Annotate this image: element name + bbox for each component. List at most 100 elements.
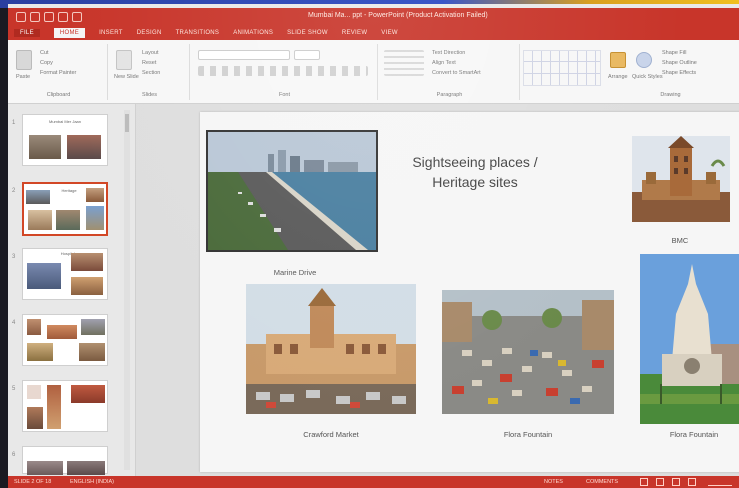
arrange-button[interactable]: Arrange <box>608 74 628 80</box>
layout-button[interactable]: Layout <box>142 50 159 56</box>
shape-outline-button[interactable]: Shape Outline <box>662 60 697 66</box>
shapes-gallery[interactable] <box>523 50 601 86</box>
slide-thumbnail-3[interactable]: Hospital <box>22 248 108 300</box>
shape-effects-button[interactable]: Shape Effects <box>662 70 696 76</box>
font-size-box[interactable] <box>294 50 320 60</box>
paragraph-group: Text Direction Align Text Convert to Sma… <box>380 44 520 100</box>
slide-sorter-icon[interactable] <box>656 478 664 486</box>
tab-slide-show[interactable]: SLIDE SHOW <box>287 30 328 36</box>
street-traffic-photo[interactable] <box>442 290 614 414</box>
thumbnail-image <box>86 188 104 202</box>
street-traffic-image <box>442 290 614 414</box>
copy-button[interactable]: Copy <box>40 60 53 66</box>
paste-icon[interactable] <box>16 50 32 70</box>
thumbnail-image <box>56 210 80 230</box>
paragraph-align-buttons[interactable] <box>384 50 424 76</box>
cut-button[interactable]: Cut <box>40 50 49 56</box>
thumbnail-number: 3 <box>12 254 16 260</box>
thumbnail-image <box>26 190 50 204</box>
tab-design[interactable]: DESIGN <box>137 30 162 36</box>
slideshow-view-icon[interactable] <box>688 478 696 486</box>
thumbnail-image <box>27 461 63 475</box>
slide-thumbnail-6[interactable] <box>22 446 108 475</box>
new-slide-icon[interactable] <box>116 50 132 70</box>
crawford-market-photo[interactable] <box>246 284 416 414</box>
slide-counter: SLIDE 2 OF 18 <box>14 479 52 485</box>
crawford-market-image <box>246 284 416 414</box>
reset-button[interactable]: Reset <box>142 60 156 66</box>
tab-review[interactable]: REVIEW <box>342 30 367 36</box>
text-direction-button[interactable]: Text Direction <box>432 50 465 56</box>
bmc-building-photo[interactable] <box>632 136 730 222</box>
ribbon: Paste Cut Copy Format Painter Clipboard … <box>8 40 739 104</box>
thumbnail-image <box>47 325 77 339</box>
caption-flora-fountain-traffic: Flora Fountain <box>503 430 553 439</box>
tab-view[interactable]: VIEW <box>381 30 398 36</box>
font-formatting-buttons[interactable] <box>198 66 368 76</box>
arrange-icon[interactable] <box>610 52 626 68</box>
thumbnail-image <box>27 407 43 429</box>
new-slide-button[interactable]: New Slide <box>114 74 139 80</box>
thumbnail-image <box>27 263 61 289</box>
language-indicator[interactable]: ENGLISH (INDIA) <box>70 479 114 485</box>
thumbnail-number: 5 <box>12 386 16 392</box>
font-name-box[interactable] <box>198 50 290 60</box>
convert-smartart-button[interactable]: Convert to SmartArt <box>432 70 481 76</box>
flora-fountain-photo[interactable] <box>640 254 739 424</box>
save-icon[interactable] <box>30 12 40 22</box>
slide-thumbnail-4[interactable] <box>22 314 108 366</box>
section-button[interactable]: Section <box>142 70 160 76</box>
comments-button[interactable]: COMMENTS <box>586 479 618 485</box>
title-bar: Mumbai Ma... ppt - PowerPoint (Product A… <box>8 8 739 26</box>
quick-styles-button[interactable]: Quick Styles <box>632 74 663 80</box>
thumbnail-number: 6 <box>12 452 16 458</box>
marine-drive-image <box>208 132 376 250</box>
marine-drive-photo[interactable] <box>206 130 378 252</box>
thumbnail-image <box>79 343 105 361</box>
caption-crawford-market: Crawford Market <box>303 430 359 439</box>
powerpoint-window: Mumbai Ma... ppt - PowerPoint (Product A… <box>8 4 739 488</box>
slide-thumbnail-2[interactable]: Heritage <box>22 182 108 236</box>
drawing-label: Drawing <box>660 92 681 98</box>
thumbnail-title: Heritage <box>61 188 77 193</box>
slides-group: New Slide Layout Reset Section Slides <box>110 44 190 100</box>
tab-insert[interactable]: INSERT <box>99 30 123 36</box>
slide-title[interactable]: Sightseeing places / Heritage sites <box>375 152 575 192</box>
redo-icon[interactable] <box>58 12 68 22</box>
start-slideshow-icon[interactable] <box>72 12 82 22</box>
notes-button[interactable]: NOTES <box>544 479 563 485</box>
status-bar: SLIDE 2 OF 18 ENGLISH (INDIA) NOTES COMM… <box>8 476 739 488</box>
quick-styles-icon[interactable] <box>636 52 652 68</box>
zoom-slider[interactable] <box>708 478 732 486</box>
thumbnail-number: 1 <box>12 120 16 126</box>
shape-fill-button[interactable]: Shape Fill <box>662 50 686 56</box>
tab-transitions[interactable]: TRANSITIONS <box>176 30 220 36</box>
tab-animations[interactable]: ANIMATIONS <box>233 30 273 36</box>
format-painter-button[interactable]: Format Painter <box>40 70 76 76</box>
undo-icon[interactable] <box>44 12 54 22</box>
slide-thumbnail-1[interactable]: Mumbai Mer Jaan <box>22 114 108 166</box>
slide-thumbnail-5[interactable] <box>22 380 108 432</box>
thumbnail-scrollbar[interactable] <box>124 110 130 470</box>
scrollbar-thumb[interactable] <box>125 114 129 132</box>
font-label: Font <box>278 92 290 98</box>
ribbon-tabs: FILE HOME INSERT DESIGN TRANSITIONS ANIM… <box>8 26 739 40</box>
thumbnail-image <box>27 319 41 335</box>
tab-file[interactable]: FILE <box>14 29 40 37</box>
reading-view-icon[interactable] <box>672 478 680 486</box>
current-slide[interactable]: Marine Drive Sightseeing places / Herita… <box>200 112 739 472</box>
normal-view-icon[interactable] <box>640 478 648 486</box>
paragraph-label: Paragraph <box>436 92 463 98</box>
slide-title-line-2: Heritage sites <box>432 174 518 190</box>
caption-flora-fountain: Flora Fountain <box>669 430 719 439</box>
paste-button[interactable]: Paste <box>16 74 30 80</box>
tab-home[interactable]: HOME <box>53 28 86 38</box>
font-group: Font <box>192 44 378 100</box>
thumbnail-image <box>28 210 52 230</box>
slide-title-line-1: Sightseeing places / <box>412 154 538 170</box>
quick-access-toolbar <box>16 12 82 22</box>
caption-marine-drive: Marine Drive <box>273 268 317 277</box>
clipboard-group: Paste Cut Copy Format Painter Clipboard <box>10 44 108 100</box>
align-text-button[interactable]: Align Text <box>432 60 456 66</box>
thumbnail-number: 4 <box>12 320 16 326</box>
